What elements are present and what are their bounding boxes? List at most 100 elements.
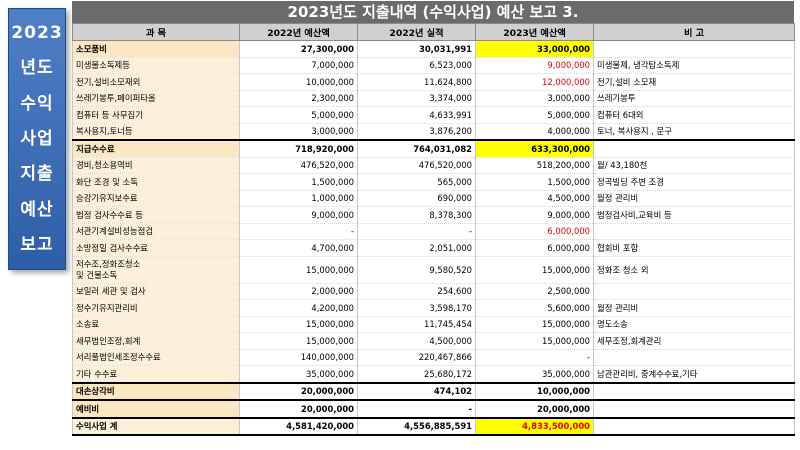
table-row: 법정 검사수수료 등 9,000,000 8,378,300 9,000,000 법정검… <box>72 206 795 224</box>
row-item-cell: 대손상각비 <box>72 381 240 401</box>
header-note: 비 고 <box>593 23 795 41</box>
row-budget-2023-cell: 33,000,000 <box>475 40 594 58</box>
row-note-cell <box>593 223 795 240</box>
side-title-line: 예산 <box>20 199 54 220</box>
row-item-cell: 전기,설비소모재외 <box>72 73 240 91</box>
table-row: 보일러 세관 및 검사 2,000,000 254,600 2,500,000 <box>72 283 795 300</box>
row-budget-2023-cell: 4,000,000 <box>475 123 594 141</box>
row-budget-2023-cell: 9,000,000 <box>475 57 594 74</box>
row-item-cell: 컴퓨터 등 사무집기 <box>72 106 240 124</box>
row-budget-2023-cell: 15,000,000 <box>475 316 594 333</box>
row-budget-2023-cell: 3,000,000 <box>475 90 594 107</box>
row-actual-2022-cell: 474,102 <box>357 381 476 401</box>
row-note-cell: 미생물제, 냉각탑소독제 <box>593 57 795 74</box>
header-row: 과 목 2022년 예산액 2022년 실적 2023년 예산액 비 고 <box>72 23 795 41</box>
table-row: 소방정밀 검사수수료 4,700,000 2,051,000 6,000,000 협회비… <box>72 239 795 257</box>
row-note-cell: 컴퓨터 6대외 <box>593 106 795 124</box>
row-actual-2022-cell: 25,680,172 <box>357 365 476 383</box>
row-budget-2022-cell: 140,000,000 <box>239 349 358 366</box>
row-budget-2023-cell: 6,000,000 <box>475 223 594 240</box>
row-budget-2022-cell: 476,520,000 <box>239 157 358 174</box>
row-actual-2022-cell: - <box>357 223 476 240</box>
row-item-cell: 기타 수수료 <box>72 365 240 383</box>
row-item-cell: 세무법인조정,회계 <box>72 332 240 350</box>
row-budget-2022-cell: 718,920,000 <box>239 139 358 158</box>
total-row: 수익사업 계 4,581,420,000 4,556,885,591 4,833,50… <box>72 416 795 436</box>
row-note-cell: 세무조정,회계관리 <box>593 332 795 350</box>
group-row: 대손상각비 20,000,000 474,102 10,000,000 <box>72 381 795 401</box>
row-budget-2022-cell: 2,000,000 <box>239 283 358 300</box>
row-budget-2022-cell: 27,300,000 <box>239 40 358 58</box>
page-title: 2023년도 지출내역 (수익사업) 예산 보고 3. <box>72 1 794 23</box>
table-row: 소송료 15,000,000 11,745,454 15,000,000 명도소송 <box>72 316 795 333</box>
row-note-cell: 정곡빌딩 주변 조경 <box>593 173 795 191</box>
side-title-line: 수익 <box>20 93 54 114</box>
row-actual-2022-cell: 254,600 <box>357 283 476 300</box>
table-body: 소모품비 27,300,000 30,031,991 33,000,000 미생물소독제… <box>72 40 795 436</box>
row-actual-2022-cell: 9,580,520 <box>357 256 476 284</box>
row-note-cell: 협회비 포함 <box>593 239 795 257</box>
row-budget-2022-cell: 20,000,000 <box>239 381 358 401</box>
row-actual-2022-cell: 30,031,991 <box>357 40 476 58</box>
row-item-cell: 소송료 <box>72 316 240 333</box>
row-actual-2022-cell: 476,520,000 <box>357 157 476 174</box>
row-note-cell: 전기,설비 소모재 <box>593 73 795 91</box>
row-budget-2023-cell: 35,000,000 <box>475 365 594 383</box>
row-budget-2023-cell: 2,500,000 <box>475 283 594 300</box>
header-budget-2023: 2023년 예산액 <box>475 23 594 41</box>
row-budget-2023-cell: 9,000,000 <box>475 206 594 224</box>
row-item-cell: 소모품비 <box>72 40 240 58</box>
row-budget-2022-cell: 3,000,000 <box>239 123 358 141</box>
row-budget-2023-cell: 5,600,000 <box>475 299 594 317</box>
row-budget-2023-cell: 4,500,000 <box>475 190 594 207</box>
row-note-cell <box>593 139 795 158</box>
row-actual-2022-cell: 11,745,454 <box>357 316 476 333</box>
side-title-line: 년도 <box>20 58 54 79</box>
row-note-cell: 월/ 43,180천 <box>593 157 795 174</box>
row-budget-2022-cell: 15,000,000 <box>239 316 358 333</box>
row-actual-2022-cell: 220,467,866 <box>357 349 476 366</box>
group-row: 소모품비 27,300,000 30,031,991 33,000,000 <box>72 40 795 58</box>
row-note-cell <box>593 40 795 58</box>
row-note-cell <box>593 349 795 366</box>
row-item-cell: 승강기유지보수료 <box>72 190 240 207</box>
row-note-cell <box>593 416 795 436</box>
table-row: 화단 조경 및 소독 1,500,000 565,000 1,500,000 정곡빌딩 … <box>72 173 795 191</box>
row-note-cell: 월정 관리비 <box>593 190 795 207</box>
table-row: 세무법인조정,회계 15,000,000 4,500,000 15,000,000 세무… <box>72 332 795 350</box>
table-row: 승강기유지보수료 1,000,000 690,000 4,500,000 월정 관리비 <box>72 190 795 207</box>
row-item-cell: 미생물소독제등 <box>72 57 240 74</box>
row-budget-2023-cell: 1,500,000 <box>475 173 594 191</box>
budget-table: 과 목 2022년 예산액 2022년 실적 2023년 예산액 비 고 소모품… <box>72 23 795 436</box>
row-budget-2023-cell: 518,200,000 <box>475 157 594 174</box>
table-row: 정수기유지관리비 4,200,000 3,598,170 5,600,000 월정 관리… <box>72 299 795 317</box>
row-item-cell: 서관기계설비성능점검 <box>72 223 240 240</box>
row-actual-2022-cell: 4,633,991 <box>357 106 476 124</box>
row-budget-2023-cell: 15,000,000 <box>475 332 594 350</box>
row-item-cell: 복사용지,토너등 <box>72 123 240 141</box>
row-budget-2022-cell: 15,000,000 <box>239 332 358 350</box>
row-note-cell: 법정검사비,교육비 등 <box>593 206 795 224</box>
row-item-cell: 서리풀법인세조정수수료 <box>72 349 240 366</box>
row-note-cell: 정화조 청소 외 <box>593 256 795 284</box>
row-budget-2022-cell: 35,000,000 <box>239 365 358 383</box>
row-note-cell: 명도소송 <box>593 316 795 333</box>
row-actual-2022-cell: 4,556,885,591 <box>357 416 476 436</box>
side-title-line: 사업 <box>20 128 54 149</box>
row-note-cell <box>593 283 795 300</box>
side-title-line: 2023 <box>11 22 63 43</box>
table-row: 서관기계설비성능점검 - -6,000,000 <box>72 223 795 240</box>
header-item: 과 목 <box>72 23 240 41</box>
row-budget-2023-cell: 15,000,000 <box>475 256 594 284</box>
row-note-cell: 쓰레기봉투 <box>593 90 795 107</box>
row-actual-2022-cell: 6,523,000 <box>357 57 476 74</box>
row-actual-2022-cell: 3,876,200 <box>357 123 476 141</box>
row-note-cell: 월정 관리비 <box>593 299 795 317</box>
row-budget-2023-cell: 4,833,500,000 <box>475 416 594 436</box>
row-actual-2022-cell: 11,624,800 <box>357 73 476 91</box>
table-row: 서리풀법인세조정수수료 140,000,000 220,467,866- <box>72 349 795 366</box>
row-actual-2022-cell: 3,598,170 <box>357 299 476 317</box>
header-budget-2022: 2022년 예산액 <box>239 23 358 41</box>
row-budget-2023-cell: - <box>475 349 594 366</box>
table-row: 전기,설비소모재외 10,000,000 11,624,800 12,000,000 전… <box>72 73 795 91</box>
